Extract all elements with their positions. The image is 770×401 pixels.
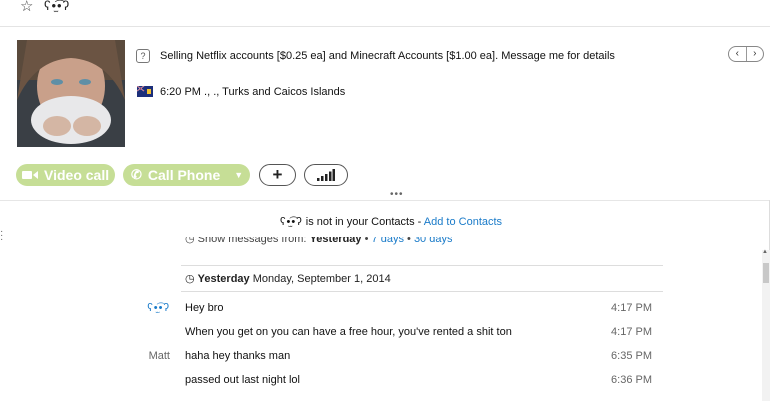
country-flag-icon: [136, 85, 153, 97]
message-text: Hey bro: [185, 302, 224, 314]
local-time-location: 6:20 PM ., ., Turks and Caicos Islands: [160, 86, 346, 98]
history-30-days-link[interactable]: 30 days: [414, 237, 453, 245]
phone-icon: ✆: [131, 167, 142, 182]
mood-message: Selling Netflix accounts [$0.25 ea] and …: [160, 50, 615, 62]
favorite-star-icon[interactable]: ☆: [20, 0, 33, 15]
message-time: 4:17 PM: [611, 326, 652, 338]
history-separator: •: [364, 237, 369, 245]
conversation-topbar: [0, 0, 770, 27]
history-prefix: Show messages from:: [197, 237, 307, 245]
profile-pager[interactable]: ‹ ›: [728, 46, 764, 62]
signal-bars-icon: [317, 169, 335, 181]
date-divider: [181, 291, 663, 292]
plus-icon: +: [272, 165, 283, 184]
message-time: 6:35 PM: [611, 350, 652, 362]
history-7-days-link[interactable]: 7 days: [372, 237, 404, 245]
chevron-down-icon[interactable]: ▼: [234, 170, 243, 180]
pane-resize-handle[interactable]: •••: [390, 189, 404, 200]
contact-avatar[interactable]: [17, 40, 125, 147]
history-divider: [181, 265, 663, 266]
call-quality-button[interactable]: [304, 164, 348, 186]
clock-icon: ◷: [185, 273, 195, 285]
notice-text: is not in your Contacts -: [305, 216, 422, 228]
call-phone-button[interactable]: ✆ Call Phone ▼: [123, 164, 250, 186]
previous-arrow-icon[interactable]: ‹: [729, 47, 747, 61]
message-time: 6:36 PM: [611, 374, 652, 386]
side-resize-handle[interactable]: · · ·: [0, 227, 3, 245]
mood-message-icon: ?: [136, 49, 150, 63]
scrollbar-thumb[interactable]: [763, 263, 769, 283]
history-current: Yesterday: [309, 237, 362, 245]
video-call-button[interactable]: Video call: [16, 164, 115, 186]
message-time: 4:17 PM: [611, 302, 652, 314]
add-participant-button[interactable]: +: [259, 164, 296, 186]
message-text: passed out last night lol: [185, 374, 300, 386]
message-sender[interactable]: ʕ•̫͡•ʔ: [130, 302, 170, 314]
video-camera-icon: [22, 171, 38, 179]
message-history-selector: ◷ Show messages from: Yesterday • 7 days…: [185, 237, 452, 247]
clock-icon: ◷: [185, 237, 195, 245]
message-sender[interactable]: Matt: [130, 350, 170, 362]
message-text: haha hey thanks man: [185, 350, 291, 362]
notice-contact-name: ʕ•̫͡•ʔ: [280, 216, 303, 228]
add-to-contacts-link[interactable]: Add to Contacts: [424, 216, 502, 228]
date-header: ◷ Yesterday Monday, September 1, 2014: [185, 272, 391, 285]
date-header-date: Monday, September 1, 2014: [252, 273, 391, 285]
video-call-label: Video call: [44, 167, 110, 183]
contact-display-name: ʕ•̫͡•ʔ: [44, 0, 71, 13]
contact-notice: ʕ•̫͡•ʔ is not in your Contacts - Add to …: [280, 216, 502, 228]
call-phone-label: Call Phone: [147, 167, 221, 183]
next-arrow-icon[interactable]: ›: [747, 47, 764, 61]
pane-divider: [0, 200, 770, 201]
scroll-up-arrow-icon[interactable]: ▲: [762, 249, 768, 255]
message-text: When you get on you can have a free hour…: [185, 326, 512, 338]
history-separator: •: [407, 237, 411, 245]
date-header-day: Yesterday: [197, 273, 250, 285]
